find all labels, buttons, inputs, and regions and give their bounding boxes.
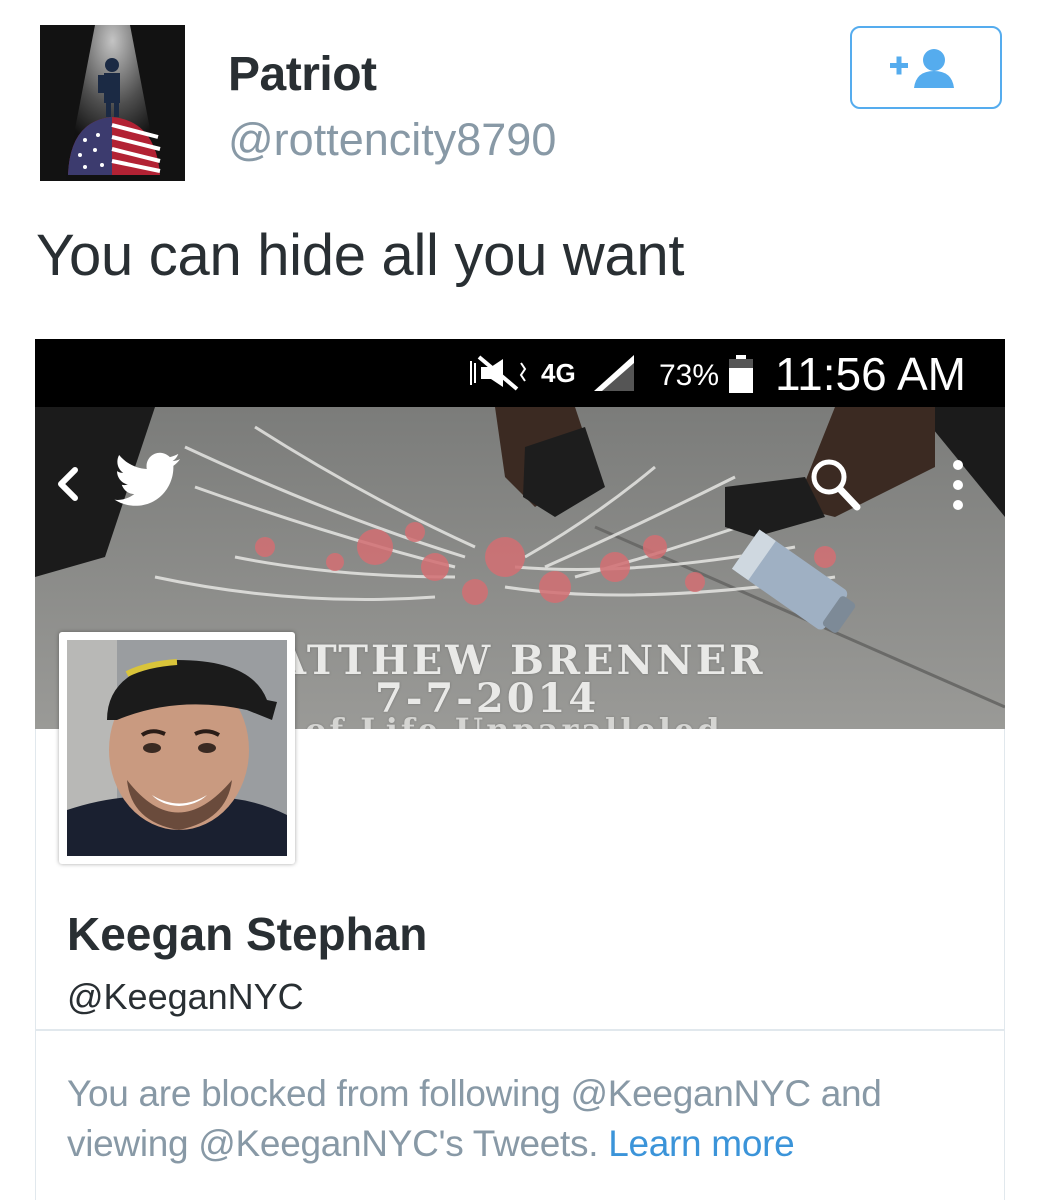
status-icons: 4G (467, 351, 636, 395)
avatar-image (40, 25, 185, 181)
author-name[interactable]: Patriot (228, 47, 377, 102)
tweet-text: You can hide all you want (36, 223, 685, 288)
more-options-icon[interactable] (947, 455, 969, 515)
mute-icon (470, 355, 527, 391)
profile-avatar-image (67, 640, 287, 856)
card-border-left (35, 729, 36, 1200)
twitter-bird-icon[interactable] (113, 451, 183, 511)
author-handle[interactable]: @rottencity8790 (228, 114, 556, 166)
add-user-icon (890, 48, 954, 88)
author-avatar[interactable] (40, 25, 185, 181)
follow-button[interactable] (850, 26, 1002, 109)
profile-handle: @KeeganNYC (67, 976, 304, 1017)
battery-percent: 73% (659, 359, 720, 392)
network-label: 4G (541, 357, 576, 388)
learn-more-link[interactable]: Learn more (608, 1123, 795, 1164)
card-border-right (1004, 729, 1005, 1200)
profile-avatar[interactable] (59, 632, 295, 864)
battery-icon (729, 355, 753, 393)
memorial-partial: of Life Unparalleled (305, 711, 723, 729)
status-bar: 4G 73% 11:56 AM (35, 339, 1005, 407)
signal-icon (593, 355, 634, 391)
clock: 11:56 AM (775, 348, 966, 400)
profile-name: Keegan Stephan (67, 908, 428, 960)
back-icon[interactable] (53, 464, 83, 504)
embedded-screenshot[interactable]: 4G 73% 11:56 AM ATTHEW BRENNER 7-7-2014 … (35, 339, 1005, 1200)
search-icon[interactable] (807, 455, 863, 513)
block-notice: You are blocked from following @KeeganNY… (67, 1069, 967, 1169)
divider (35, 1029, 1005, 1031)
